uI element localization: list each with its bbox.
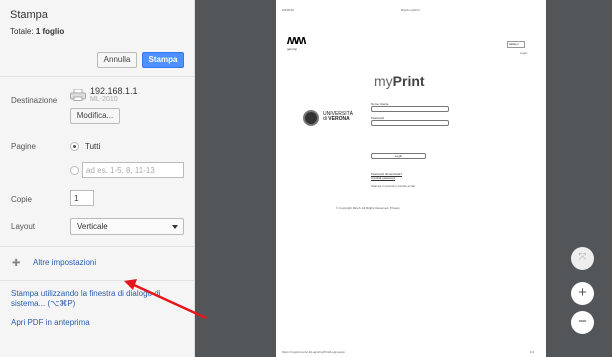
- annotation-arrow-icon: [124, 279, 207, 320]
- annotation-arrow-line: [133, 283, 207, 320]
